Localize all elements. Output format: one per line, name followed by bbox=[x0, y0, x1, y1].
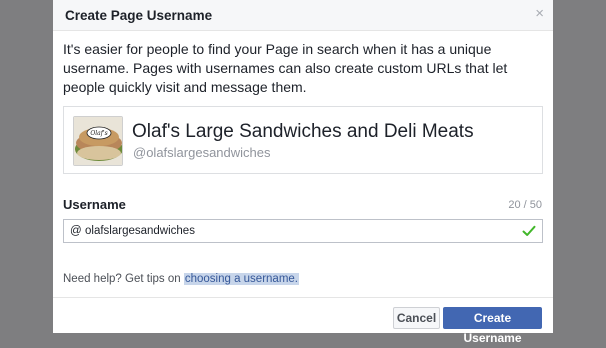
dialog-header: Create Page Username × bbox=[53, 0, 553, 31]
help-prefix: Need help? Get tips on bbox=[63, 273, 184, 285]
page-name: Olaf's Large Sandwiches and Deli Meats bbox=[132, 121, 474, 142]
username-value[interactable]: olafslargesandwiches bbox=[85, 225, 195, 237]
dialog-footer: Cancel Create Username bbox=[53, 297, 553, 345]
username-input[interactable]: @ olafslargesandwiches bbox=[63, 219, 543, 243]
choosing-username-link[interactable]: choosing a username. bbox=[183, 273, 299, 285]
page-preview-card: Olaf's Olaf's Large Sandwiches and Deli … bbox=[63, 106, 543, 174]
username-label: Username bbox=[63, 197, 126, 212]
dialog-title: Create Page Username bbox=[65, 8, 213, 23]
help-text: Need help? Get tips on choosing a userna… bbox=[63, 273, 299, 285]
character-count: 20 / 50 bbox=[508, 199, 542, 211]
cancel-button[interactable]: Cancel bbox=[393, 307, 440, 329]
create-username-button[interactable]: Create Username bbox=[443, 307, 542, 345]
dialog-description: It's easier for people to find your Page… bbox=[63, 41, 508, 95]
create-username-dialog: Create Page Username × It's easier for p… bbox=[53, 0, 553, 345]
close-icon[interactable]: × bbox=[535, 6, 544, 22]
page-profile-picture: Olaf's bbox=[73, 116, 123, 166]
at-prefix: @ bbox=[70, 225, 82, 237]
check-icon bbox=[522, 225, 536, 236]
logo-text: Olaf's bbox=[90, 130, 107, 137]
page-handle: @olafslargesandwiches bbox=[133, 145, 271, 160]
